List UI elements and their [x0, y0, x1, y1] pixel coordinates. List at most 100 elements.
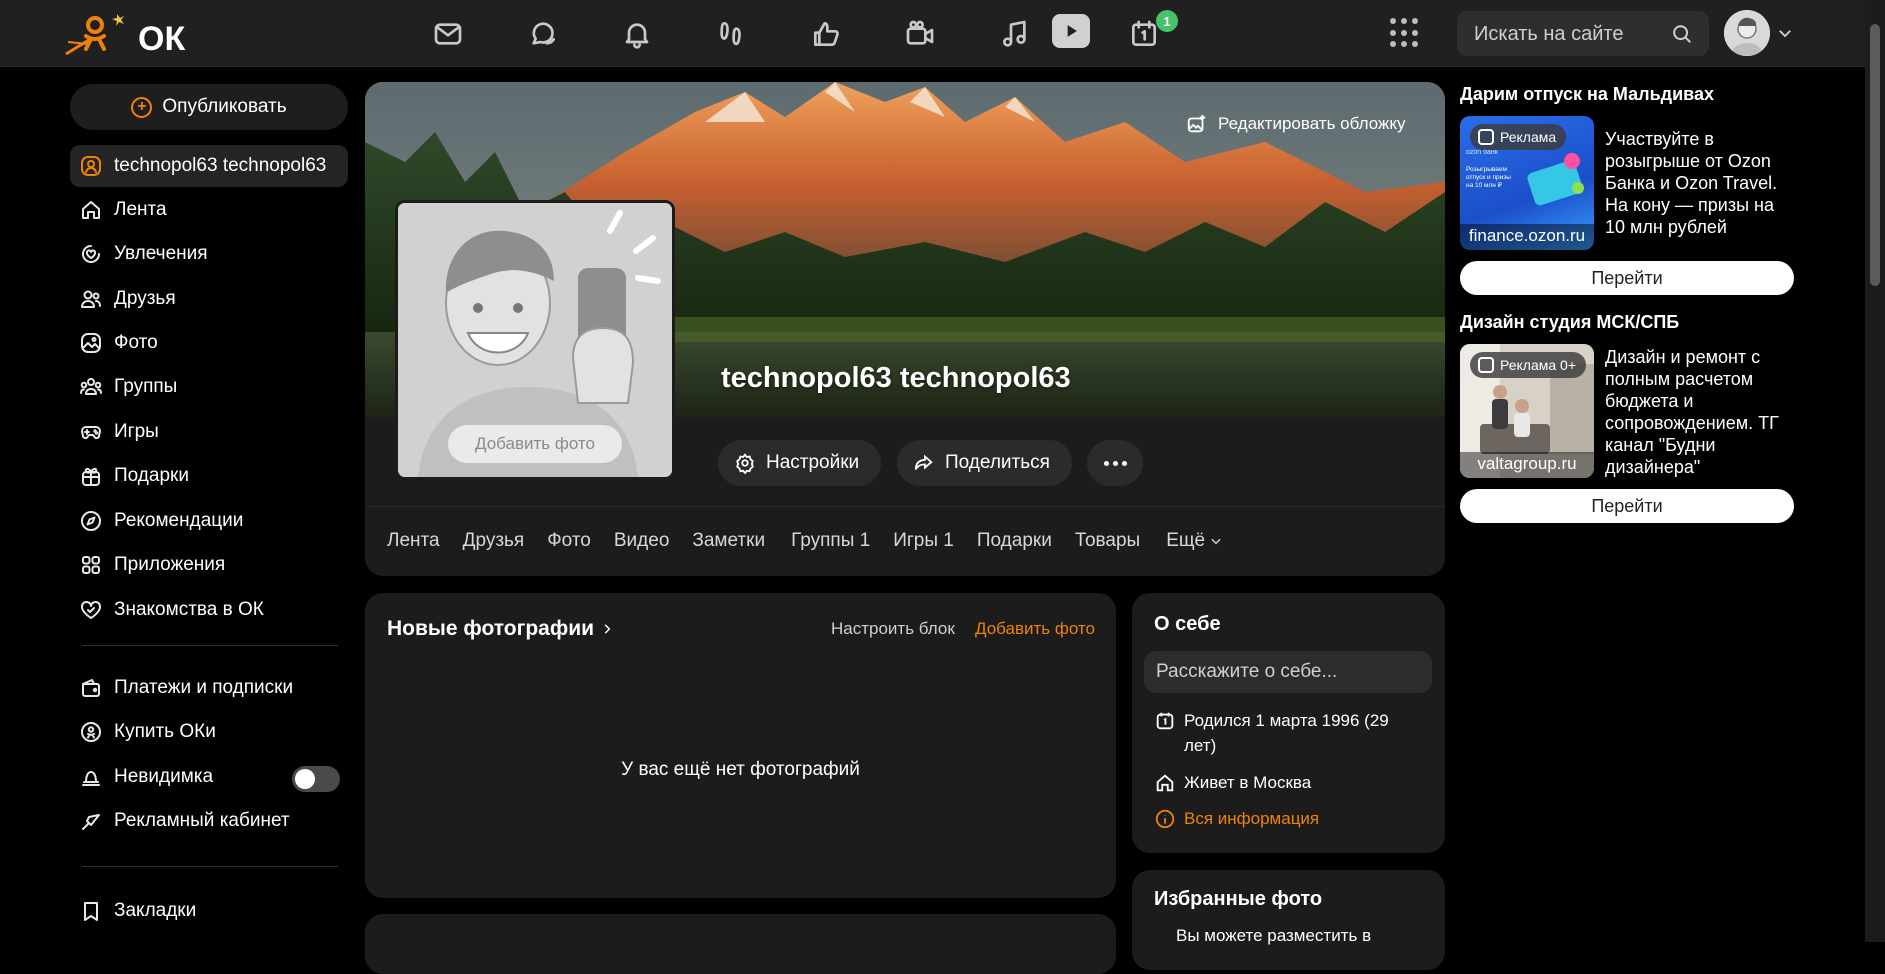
- sidebar-item-label: Группы: [114, 376, 178, 397]
- tab-friends[interactable]: Друзья: [463, 530, 525, 552]
- sidebar-item-profile[interactable]: technopol63 technopol63: [70, 145, 348, 187]
- search-icon[interactable]: [1671, 23, 1693, 45]
- chevron-right-icon: [604, 624, 611, 635]
- video-calls-icon[interactable]: [900, 14, 940, 54]
- next-card: [365, 914, 1116, 974]
- more-options-button[interactable]: [1087, 440, 1143, 486]
- chevron-down-icon[interactable]: [1776, 24, 1794, 42]
- share-button[interactable]: Поделиться: [897, 440, 1072, 486]
- settings-label: Настройки: [766, 452, 860, 473]
- sidebar-item-buy-oks[interactable]: Купить ОКи: [70, 711, 348, 753]
- profile-avatar[interactable]: Добавить фото: [395, 200, 675, 480]
- sidebar-item-gifts[interactable]: Подарки: [70, 455, 348, 497]
- events-badge: 1: [1156, 10, 1178, 32]
- tab-more[interactable]: Ещё: [1166, 530, 1223, 552]
- tab-games[interactable]: Игры 1: [893, 530, 954, 552]
- sidebar-item-recommendations[interactable]: Рекомендации: [70, 500, 348, 542]
- sidebar-item-label: Рекомендации: [114, 510, 244, 531]
- info-icon: [1155, 809, 1175, 829]
- publish-button[interactable]: + Опубликовать: [70, 84, 348, 130]
- profile-name: technopol63 technopol63: [721, 362, 1071, 394]
- ok-logo[interactable]: ОК: [62, 8, 192, 58]
- discussions-icon[interactable]: [523, 14, 563, 54]
- ok-coin-icon: [73, 714, 109, 750]
- dot-icon: [1112, 460, 1118, 466]
- sidebar-item-bookmarks[interactable]: Закладки: [70, 890, 348, 932]
- ad-tag: Реклама: [1470, 124, 1567, 150]
- ad-text[interactable]: Дизайн и ремонт с полным расчетом бюджет…: [1605, 346, 1780, 478]
- ad-tag-text: Реклама: [1500, 129, 1557, 145]
- about-card: О себе Родился 1 марта 1996 (29 лет) Жив…: [1132, 593, 1445, 853]
- sidebar-item-photo[interactable]: Фото: [70, 322, 348, 364]
- notifications-icon[interactable]: [617, 14, 657, 54]
- invisible-toggle[interactable]: [292, 766, 340, 792]
- sidebar-item-feed[interactable]: Лента: [70, 189, 348, 231]
- tab-video[interactable]: Видео: [614, 530, 670, 552]
- dot-icon: [1121, 460, 1127, 466]
- messages-icon[interactable]: [428, 14, 468, 54]
- about-input[interactable]: [1144, 651, 1432, 693]
- all-info-link[interactable]: Вся информация: [1154, 806, 1424, 831]
- search-box[interactable]: [1457, 11, 1709, 56]
- sidebar-item-friends[interactable]: Друзья: [70, 278, 348, 320]
- ad-image[interactable]: ozon банк Розыгрываем отпуск и призы на 10…: [1460, 116, 1594, 250]
- about-lives: Живет в Москва: [1154, 770, 1424, 795]
- ad-go-button[interactable]: Перейти: [1460, 489, 1794, 523]
- sidebar-item-label: Игры: [114, 421, 159, 442]
- tab-goods[interactable]: Товары: [1075, 530, 1140, 552]
- new-photos-card: Новые фотографии Настроить блок Добавить…: [365, 593, 1116, 898]
- search-input[interactable]: [1474, 21, 1664, 47]
- apps-grid-icon[interactable]: [1390, 18, 1420, 48]
- edit-cover-button[interactable]: Редактировать обложку: [1182, 107, 1422, 141]
- ad-title[interactable]: Дарим отпуск на Мальдивах: [1460, 84, 1714, 105]
- share-icon: [914, 454, 933, 470]
- ad-go-button[interactable]: Перейти: [1460, 261, 1794, 295]
- configure-block-link[interactable]: Настроить блок: [831, 619, 955, 639]
- sidebar-item-label: Увлечения: [114, 243, 208, 264]
- sidebar-item-ads-cabinet[interactable]: Рекламный кабинет: [70, 800, 348, 842]
- tab-feed[interactable]: Лента: [387, 530, 440, 552]
- avatar-placeholder-icon: [1724, 10, 1770, 56]
- ad-badge-icon: [1478, 357, 1494, 373]
- sidebar-item-groups[interactable]: Группы: [70, 366, 348, 408]
- about-lives-text: Живет в Москва: [1184, 773, 1312, 792]
- hobbies-icon: [73, 236, 109, 272]
- avatar[interactable]: [1724, 10, 1770, 56]
- about-born: Родился 1 марта 1996 (29 лет): [1154, 708, 1424, 758]
- sidebar-item-payments[interactable]: Платежи и подписки: [70, 667, 348, 709]
- ad-image-caption: Розыгрываем отпуск и призы на 10 млн ₽: [1466, 166, 1511, 189]
- sidebar-item-hobbies[interactable]: Увлечения: [70, 233, 348, 275]
- gear-icon: [736, 453, 754, 474]
- no-photos-text: У вас ещё нет фотографий: [621, 759, 860, 780]
- add-photo-button[interactable]: Добавить фото: [448, 425, 622, 463]
- sidebar-item-invisible[interactable]: Невидимка: [70, 756, 348, 798]
- guests-icon[interactable]: [711, 14, 751, 54]
- sidebar-item-label: technopol63 technopol63: [114, 155, 327, 176]
- sidebar-item-games[interactable]: Игры: [70, 411, 348, 453]
- scrollbar[interactable]: [1865, 0, 1885, 942]
- tab-notes[interactable]: Заметки: [692, 530, 765, 552]
- tab-photo[interactable]: Фото: [547, 530, 591, 552]
- ad-title[interactable]: Дизайн студия МСК/СПБ: [1460, 312, 1679, 333]
- sidebar-item-apps[interactable]: Приложения: [70, 544, 348, 586]
- apps-icon: [73, 547, 109, 583]
- sidebar-item-label: Невидимка: [114, 766, 214, 787]
- ad-text[interactable]: Участвуйте в розыгрыше от Ozon Банка и O…: [1605, 128, 1780, 238]
- tab-groups[interactable]: Группы 1: [791, 530, 870, 552]
- invisible-icon: [73, 759, 109, 795]
- gift-icon: [73, 458, 109, 494]
- publish-label: Опубликовать: [162, 96, 287, 117]
- scrollbar-thumb[interactable]: [1870, 24, 1880, 286]
- sidebar-item-dating[interactable]: Знакомства в ОК: [70, 589, 348, 631]
- tab-gifts[interactable]: Подарки: [977, 530, 1052, 552]
- settings-button[interactable]: Настройки: [718, 440, 882, 486]
- dating-icon: [73, 592, 109, 628]
- plus-icon: +: [131, 96, 153, 118]
- new-photos-title[interactable]: Новые фотографии: [387, 617, 614, 641]
- reactions-icon[interactable]: [806, 14, 846, 54]
- sidebar-item-label: Подарки: [114, 465, 189, 486]
- video-icon[interactable]: [1052, 14, 1090, 48]
- ad-image[interactable]: Реклама 0+ valtagroup.ru: [1460, 344, 1594, 478]
- add-photo-link[interactable]: Добавить фото: [975, 619, 1095, 639]
- music-icon[interactable]: [995, 14, 1035, 54]
